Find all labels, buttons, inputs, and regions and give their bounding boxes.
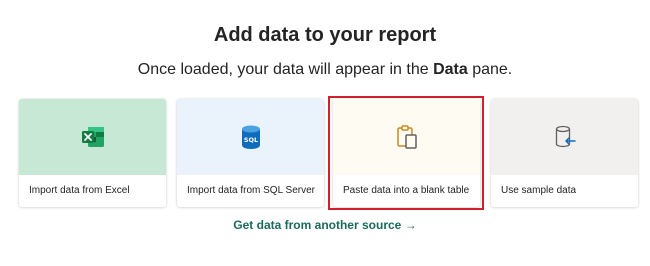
page-subtitle: Once loaded, your data will appear in th… bbox=[0, 61, 650, 79]
page-title: Add data to your report bbox=[213, 24, 437, 46]
card-label: Paste data into a blank table bbox=[343, 185, 470, 196]
sample-data-card[interactable]: Use sample data bbox=[491, 99, 638, 207]
subtitle-prefix: Once loaded, your data will appear in th… bbox=[137, 61, 434, 78]
import-excel-card[interactable]: Import data from Excel bbox=[19, 99, 166, 207]
sql-database-icon: SQL bbox=[241, 125, 260, 149]
get-data-other-source-link[interactable]: Get data from another source → bbox=[0, 218, 650, 232]
import-sql-server-card[interactable]: SQL Import data from SQL Server bbox=[177, 99, 324, 207]
card-label: Import data from SQL Server bbox=[187, 185, 316, 196]
paste-blank-table-card[interactable]: Paste data into a blank table bbox=[333, 99, 480, 207]
subtitle-suffix: pane. bbox=[467, 61, 513, 78]
card-preview bbox=[333, 99, 480, 175]
subtitle-bold: Data bbox=[433, 61, 468, 78]
card-label: Import data from Excel bbox=[29, 185, 130, 196]
card-preview: SQL bbox=[177, 99, 324, 175]
svg-text:SQL: SQL bbox=[243, 136, 257, 144]
card-label: Use sample data bbox=[501, 185, 577, 196]
sample-data-cylinder-icon bbox=[555, 125, 576, 148]
paste-clipboard-icon bbox=[396, 125, 417, 149]
link-label: Get data from another source bbox=[233, 218, 402, 232]
excel-icon bbox=[81, 127, 104, 147]
arrow-right-icon: → bbox=[404, 218, 417, 232]
card-preview bbox=[19, 99, 166, 175]
card-preview bbox=[491, 99, 638, 175]
